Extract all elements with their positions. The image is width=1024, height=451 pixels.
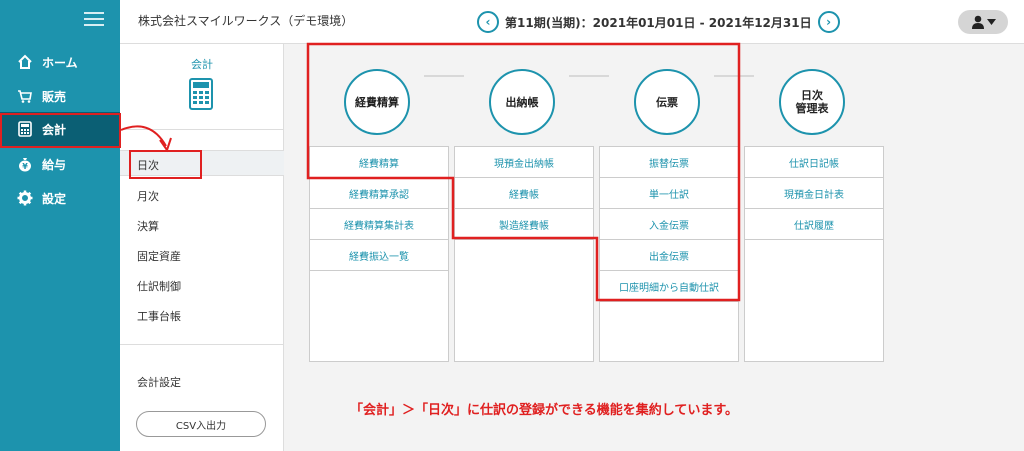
caret-down-icon	[986, 19, 996, 25]
expense-category-badge: 経費精算	[344, 69, 410, 135]
period-selector: ‹ 第11期(当期)：2021年01月01日 - 2021年12月31日 ›	[477, 10, 840, 34]
svg-text:¥: ¥	[22, 162, 28, 171]
submenu-item-monthly[interactable]: 月次	[137, 188, 159, 204]
accounting-submenu: 会計 日次 月次 決算 固定資産 仕訳制御 工事台帳 会計設定 CSV入出力	[120, 44, 284, 451]
menu-link-expense-approval[interactable]: 経費精算承認	[310, 178, 448, 209]
chevron-right-icon: ›	[826, 15, 832, 29]
submenu-item-journal-control[interactable]: 仕訳制御	[137, 278, 181, 294]
next-period-button[interactable]: ›	[817, 11, 840, 33]
divider	[120, 344, 284, 345]
nav-item-home[interactable]: ホーム	[0, 45, 120, 79]
user-menu-button[interactable]	[958, 10, 1008, 34]
nav-item-sales[interactable]: 販売	[0, 79, 120, 113]
daily-menu-area: 経費精算 経費精算 経費精算承認 経費精算集計表 経費振込一覧 出納帳 現預金出…	[284, 44, 1024, 451]
submenu-item-construction-ledger[interactable]: 工事台帳	[137, 308, 181, 324]
divider	[120, 129, 284, 130]
voucher-category-badge: 伝票	[634, 69, 700, 135]
menu-link-receipt-voucher[interactable]: 入金伝票	[600, 209, 738, 240]
annotation-box-daily	[129, 150, 202, 179]
badge-line-2: 管理表	[795, 102, 829, 115]
daily-reports-panel: 仕訳日記帳 現預金日計表 仕訳履歴	[744, 146, 884, 362]
submenu-item-accounting-settings[interactable]: 会計設定	[137, 374, 181, 390]
menu-link-expense[interactable]: 経費精算	[310, 147, 448, 178]
daily-reports-category-badge: 日次 管理表	[779, 69, 845, 135]
menu-link-cash-daily-report[interactable]: 現預金日計表	[745, 178, 883, 209]
menu-link-journal-history[interactable]: 仕訳履歴	[745, 209, 883, 240]
annotation-caption: 「会計」＞「日次」に仕訳の登録ができる機能を集約しています。	[350, 403, 739, 418]
nav-item-label: 給与	[42, 157, 67, 172]
menu-link-auto-journal-from-bank[interactable]: 口座明細から自動仕訳	[600, 271, 738, 302]
csv-io-button[interactable]: CSV入出力	[136, 411, 266, 437]
calculator-icon	[189, 78, 213, 113]
nav-item-label: 設定	[42, 191, 67, 206]
home-icon	[16, 53, 34, 71]
menu-link-expense-transfer-list[interactable]: 経費振込一覧	[310, 240, 448, 271]
divider	[714, 75, 754, 77]
submenu-item-closing[interactable]: 決算	[137, 218, 159, 234]
user-icon	[971, 15, 984, 29]
cashbook-category-badge: 出納帳	[489, 69, 555, 135]
nav-item-settings[interactable]: 設定	[0, 181, 120, 215]
divider	[424, 75, 464, 77]
submenu-title: 会計	[191, 58, 213, 71]
badge-line-1: 日次	[801, 89, 823, 102]
money-bag-icon: ¥	[16, 155, 34, 173]
nav-item-label: ホーム	[42, 55, 78, 70]
annotation-box-accounting	[0, 113, 121, 148]
menu-link-expense-book[interactable]: 経費帳	[455, 178, 593, 209]
hamburger-menu-icon[interactable]	[84, 12, 104, 27]
voucher-panel: 振替伝票 単一仕訳 入金伝票 出金伝票 口座明細から自動仕訳	[599, 146, 739, 362]
divider	[569, 75, 609, 77]
menu-link-journal-diary[interactable]: 仕訳日記帳	[745, 147, 883, 178]
menu-link-transfer-voucher[interactable]: 振替伝票	[600, 147, 738, 178]
menu-link-expense-summary[interactable]: 経費精算集計表	[310, 209, 448, 240]
nav-item-label: 販売	[42, 89, 67, 104]
cashbook-panel: 現預金出納帳 経費帳 製造経費帳	[454, 146, 594, 362]
gear-icon	[16, 189, 34, 207]
side-nav: ホーム 販売 会計 ¥ 給与 設定	[0, 0, 120, 451]
menu-link-manufacturing-expense-book[interactable]: 製造経費帳	[455, 209, 593, 240]
menu-link-cash-deposit-book[interactable]: 現預金出納帳	[455, 147, 593, 178]
submenu-item-fixed-assets[interactable]: 固定資産	[137, 248, 181, 264]
menu-link-payment-voucher[interactable]: 出金伝票	[600, 240, 738, 271]
company-name: 株式会社スマイルワークス（デモ環境）	[138, 14, 354, 28]
top-header: 株式会社スマイルワークス（デモ環境） ‹ 第11期(当期)：2021年01月01…	[120, 0, 1024, 44]
expense-panel: 経費精算 経費精算承認 経費精算集計表 経費振込一覧	[309, 146, 449, 362]
chevron-left-icon: ‹	[485, 15, 491, 29]
menu-link-single-journal[interactable]: 単一仕訳	[600, 178, 738, 209]
fiscal-period: 第11期(当期)：2021年01月01日 - 2021年12月31日	[505, 15, 812, 30]
prev-period-button[interactable]: ‹	[477, 11, 499, 33]
nav-item-payroll[interactable]: ¥ 給与	[0, 147, 120, 181]
cart-icon	[16, 87, 34, 105]
